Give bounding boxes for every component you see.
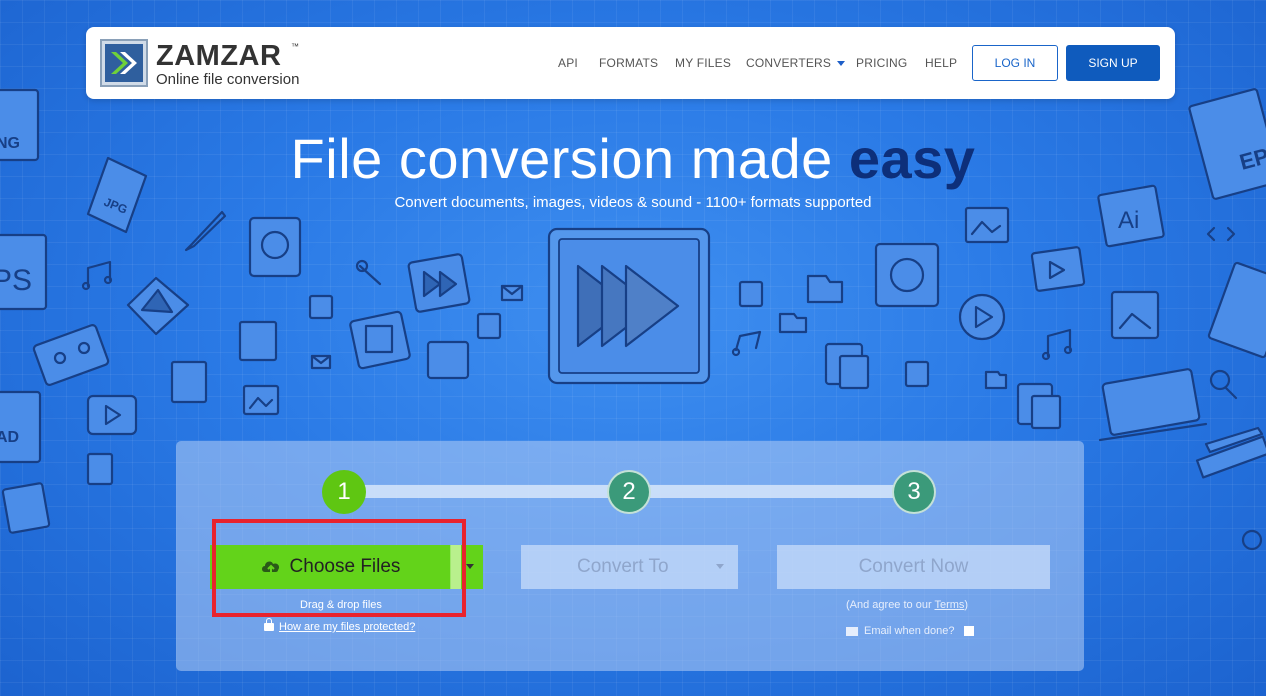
- wrench-doodle: [355, 259, 382, 286]
- mail-doodle-2: [500, 284, 524, 302]
- code-doodle: [1206, 226, 1236, 242]
- logo-tagline: Online file conversion: [156, 71, 300, 88]
- nav-my-files[interactable]: MY FILES: [675, 56, 731, 70]
- terms-link[interactable]: Terms: [934, 599, 964, 611]
- nav-formats[interactable]: FORMATS: [599, 56, 658, 70]
- ps-doodle-label: PS: [0, 264, 32, 297]
- convert-to-select[interactable]: Convert To: [521, 545, 738, 589]
- small-doc-doodle: [476, 312, 502, 340]
- video-doodle: [86, 394, 138, 436]
- convert-now-button[interactable]: Convert Now: [777, 545, 1050, 589]
- music-doodle-right: [731, 330, 762, 357]
- hero-subtitle: Convert documents, images, videos & soun…: [394, 194, 872, 211]
- disc-doodle: [248, 216, 302, 278]
- lock-file-doodle: [308, 294, 334, 320]
- chevron-down-icon: [716, 564, 724, 569]
- fastforward-doodle: [407, 253, 471, 313]
- play-circle-doodle: [958, 293, 1006, 341]
- email-when-done: Email when done?: [846, 625, 974, 637]
- search-doodle: [1209, 369, 1238, 400]
- agree-prefix: (And agree to our: [846, 599, 935, 611]
- email-when-done-checkbox[interactable]: [963, 626, 974, 636]
- hero-title-emphasis: easy: [848, 127, 976, 190]
- envelope-icon: [846, 626, 858, 636]
- lock-icon: [264, 618, 274, 631]
- login-button[interactable]: LOG IN: [972, 45, 1058, 81]
- mov-file-doodle: [238, 320, 278, 362]
- central-play-icon: [547, 227, 711, 385]
- drag-drop-hint: Drag & drop files: [300, 599, 382, 611]
- step-1-indicator: 1: [322, 470, 366, 514]
- nav-api[interactable]: API: [558, 56, 578, 70]
- ad-file-doodle: [0, 390, 42, 464]
- music-doodle-right-2: [1041, 328, 1073, 361]
- chevron-down-icon: [466, 564, 474, 569]
- music-doodle: [81, 260, 113, 291]
- image-stack-doodle: [964, 206, 1010, 244]
- folder-doodle: [806, 274, 844, 304]
- triangle-doodle: [126, 276, 190, 336]
- folder-doodle-2: [778, 312, 808, 334]
- small-doc-doodle-2: [86, 452, 114, 486]
- step-3-indicator: 3: [892, 470, 936, 514]
- gear-doodle: [1241, 529, 1263, 551]
- laptop-doodle: [1098, 368, 1208, 442]
- photo-frame-doodle: [1110, 290, 1160, 340]
- pencil-doodle: [184, 210, 227, 252]
- convert-to-label: Convert To: [577, 556, 669, 577]
- top-navbar: ZAMZAR ™ Online file conversion API FORM…: [86, 27, 1175, 99]
- terms-agreement: (And agree to our Terms): [846, 599, 968, 611]
- clipboard-doodle-2: [1016, 382, 1062, 430]
- step-2-indicator: 2: [607, 470, 651, 514]
- film-doodle: [349, 310, 411, 370]
- file-doodle-left-bottom: [1, 482, 51, 534]
- cassette-doodle: [32, 324, 110, 386]
- video-file-doodle-right: [1030, 246, 1086, 292]
- file-doodle-right-edge: [1207, 261, 1266, 359]
- nav-help[interactable]: HELP: [925, 56, 957, 70]
- logo-name: ZAMZAR: [156, 40, 282, 72]
- nav-converters-label: CONVERTERS: [746, 56, 832, 70]
- clipboard-doodle: [824, 342, 870, 390]
- small-file-right: [738, 280, 764, 308]
- agree-suffix: ): [964, 599, 969, 611]
- image-doodle: [242, 384, 280, 416]
- files-protected-label: How are my files protected?: [279, 621, 416, 633]
- nav-converters[interactable]: CONVERTERS: [746, 56, 846, 70]
- small-folder-right: [984, 370, 1008, 390]
- files-protected-link[interactable]: How are my files protected?: [264, 618, 416, 633]
- email-when-done-label: Email when done?: [864, 625, 955, 637]
- hero-title-main: File conversion made: [290, 127, 849, 190]
- zamzar-logo-icon: [100, 39, 148, 87]
- nav-pricing[interactable]: PRICING: [856, 56, 907, 70]
- small-file-right-2: [904, 360, 930, 388]
- zamzar-logo[interactable]: ZAMZAR ™ Online file conversion: [100, 38, 320, 90]
- disc-doodle-right: [874, 242, 940, 308]
- logo-trademark: ™: [291, 42, 299, 51]
- ad-doodle-label: AD: [0, 429, 19, 446]
- file-small-doodle: [170, 360, 208, 404]
- mail-doodle: [310, 354, 332, 370]
- person-file-doodle: [426, 340, 470, 380]
- signup-button[interactable]: SIGN UP: [1066, 45, 1160, 81]
- ai-doodle-label: Ai: [1118, 207, 1139, 234]
- chevron-down-icon: [837, 61, 846, 67]
- hero-title: File conversion made easy: [0, 126, 1266, 191]
